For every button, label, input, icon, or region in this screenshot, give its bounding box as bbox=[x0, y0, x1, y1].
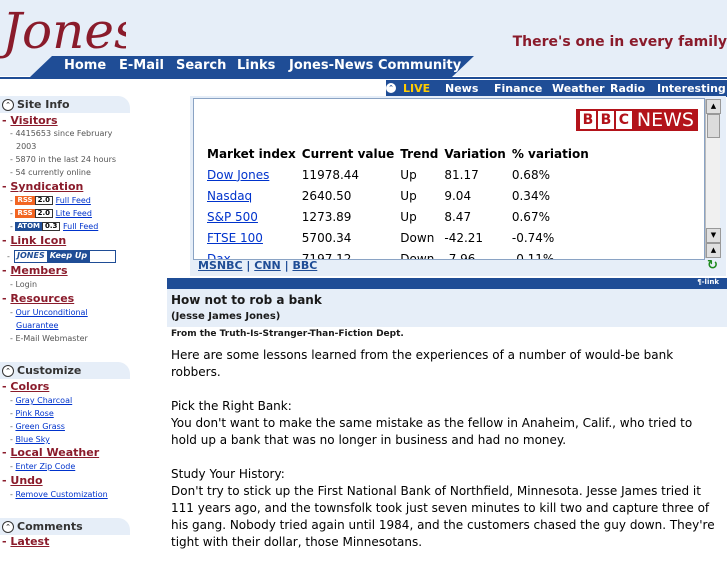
section-comments[interactable]: ⌃ Comments bbox=[0, 518, 130, 535]
ticker-scrollbar[interactable]: ▲ ▼ ▲ bbox=[705, 99, 721, 258]
section-site-info[interactable]: ⌃ Site Info bbox=[0, 96, 130, 113]
atom-icon: ATOM bbox=[15, 222, 43, 231]
link-remove-customization[interactable]: Remove Customization bbox=[15, 490, 107, 499]
link-colors[interactable]: Colors bbox=[10, 380, 49, 393]
bbc-news-logo: B B C NEWS bbox=[575, 109, 698, 131]
section-customize[interactable]: ⌃ Customize bbox=[0, 362, 130, 379]
article-paragraph: Don't try to stick up the First National… bbox=[171, 484, 715, 549]
scroll-bottom-icon[interactable]: ▲ bbox=[706, 243, 721, 258]
link-email-webmaster[interactable]: E-Mail Webmaster bbox=[15, 334, 87, 343]
permalink-bar bbox=[167, 278, 727, 289]
feed-atom-link[interactable]: Full Feed bbox=[63, 222, 98, 231]
stat-online: 54 currently online bbox=[15, 168, 91, 177]
col-market-index: Market index bbox=[207, 146, 296, 161]
stat-24h: 5870 in the last 24 hours bbox=[15, 155, 117, 164]
link-visitors[interactable]: Visitors bbox=[10, 114, 57, 127]
col-current-value: Current value bbox=[301, 146, 395, 161]
article-body: Here are some lessons learned from the e… bbox=[171, 347, 721, 568]
article-author: (Jesse James Jones) bbox=[171, 311, 281, 322]
jones-logo[interactable]: Jones bbox=[0, 0, 126, 60]
article-subheading: Study Your History: bbox=[171, 467, 285, 481]
tab-live[interactable]: LIVE bbox=[403, 82, 430, 95]
market-link[interactable]: S&P 500 bbox=[207, 210, 258, 224]
market-link[interactable]: FTSE 100 bbox=[207, 231, 263, 245]
link-undo[interactable]: Undo bbox=[10, 474, 42, 487]
ticker-panel: B B C NEWS Market index Current value Tr… bbox=[193, 98, 705, 260]
feed-lite-link[interactable]: Lite Feed bbox=[56, 209, 92, 218]
col-variation: Variation bbox=[444, 146, 506, 161]
collapse-icon[interactable]: ⌃ bbox=[2, 99, 14, 111]
collapse-icon[interactable]: ⌃ bbox=[2, 521, 14, 533]
scroll-down-icon[interactable]: ▼ bbox=[706, 228, 721, 243]
col-trend: Trend bbox=[400, 146, 439, 161]
article-paragraph: Here are some lessons learned from the e… bbox=[171, 348, 674, 379]
rss-icon: RSS bbox=[15, 196, 35, 205]
color-green-grass[interactable]: Green Grass bbox=[15, 422, 65, 431]
article-subheading: Pick the Right Bank: bbox=[171, 399, 292, 413]
link-link-icon[interactable]: Link Icon bbox=[10, 234, 66, 247]
table-header-row: Market index Current value Trend Variati… bbox=[204, 143, 592, 164]
table-row: S&P 500 1273.89 Up 8.47 0.67% bbox=[207, 209, 550, 224]
link-local-weather[interactable]: Local Weather bbox=[10, 446, 99, 459]
source-cnn[interactable]: CNN bbox=[254, 259, 281, 272]
color-blue-sky[interactable]: Blue Sky bbox=[15, 435, 49, 444]
link-members[interactable]: Members bbox=[10, 264, 67, 277]
collapse-icon[interactable]: ⌃ bbox=[2, 365, 14, 377]
color-gray-charcoal[interactable]: Gray Charcoal bbox=[15, 396, 72, 405]
nav-email[interactable]: E-Mail bbox=[119, 58, 164, 73]
source-bbc[interactable]: BBC bbox=[292, 259, 317, 272]
link-resources[interactable]: Resources bbox=[10, 292, 74, 305]
nav-community[interactable]: Community bbox=[378, 58, 461, 73]
market-table: Market index Current value Trend Variati… bbox=[204, 143, 592, 260]
link-zip-code[interactable]: Enter Zip Code bbox=[15, 462, 75, 471]
market-link[interactable]: Dow Jones bbox=[207, 168, 269, 182]
article-paragraph: You don't want to make the same mistake … bbox=[171, 416, 693, 447]
link-login[interactable]: Login bbox=[15, 280, 37, 289]
scroll-thumb[interactable] bbox=[707, 114, 720, 138]
stat-year: 2003 bbox=[16, 142, 37, 151]
link-guarantee[interactable]: Our Unconditional bbox=[15, 308, 87, 317]
nav-jones-news[interactable]: Jones-News bbox=[289, 58, 373, 73]
scroll-up-icon[interactable]: ▲ bbox=[706, 99, 721, 114]
table-row: Dow Jones 11978.44 Up 81.17 0.68% bbox=[207, 167, 550, 182]
table-row: Nasdaq 2640.50 Up 9.04 0.34% bbox=[207, 188, 550, 203]
link-guarantee-2[interactable]: Guarantee bbox=[16, 321, 58, 330]
header-rule bbox=[0, 77, 727, 79]
color-pink-rose[interactable]: Pink Rose bbox=[15, 409, 53, 418]
nav-home[interactable]: Home bbox=[64, 58, 106, 73]
tab-news[interactable]: News bbox=[445, 82, 478, 95]
sidebar: ⌃ Site Info - Visitors - 4415653 since F… bbox=[0, 96, 130, 548]
tab-radio[interactable]: Radio bbox=[610, 82, 645, 95]
news-sources: MSNBC | CNN | BBC bbox=[198, 259, 318, 272]
jones-keepup-badge[interactable]: JONES Keep Up bbox=[14, 250, 116, 263]
tagline: There's one in every family bbox=[512, 34, 727, 50]
market-link[interactable]: Nasdaq bbox=[207, 189, 252, 203]
col-pct-variation: % variation bbox=[511, 146, 589, 161]
link-latest[interactable]: Latest bbox=[10, 535, 49, 548]
article-dept: From the Truth-Is-Stranger-Than-Fiction … bbox=[171, 329, 404, 339]
nav-links[interactable]: Links bbox=[237, 58, 275, 73]
tab-finance[interactable]: Finance bbox=[494, 82, 542, 95]
link-syndication[interactable]: Syndication bbox=[10, 180, 83, 193]
article-title: How not to rob a bank bbox=[171, 293, 322, 307]
chevron-icon[interactable]: ⌃ bbox=[386, 83, 396, 93]
table-row: FTSE 100 5700.34 Down -42.21 -0.74% bbox=[207, 230, 555, 245]
permalink[interactable]: ¶-link bbox=[697, 278, 719, 286]
tab-interesting[interactable]: Interesting bbox=[657, 82, 726, 95]
nav-search[interactable]: Search bbox=[176, 58, 226, 73]
rss-icon: RSS bbox=[15, 209, 35, 218]
stat-since: 4415653 since February bbox=[15, 129, 113, 138]
refresh-icon[interactable]: ↻ bbox=[707, 259, 720, 272]
logo-text: Jones bbox=[0, 2, 126, 60]
tab-weather[interactable]: Weather bbox=[552, 82, 605, 95]
source-msnbc[interactable]: MSNBC bbox=[198, 259, 243, 272]
feed-full-link[interactable]: Full Feed bbox=[56, 196, 91, 205]
